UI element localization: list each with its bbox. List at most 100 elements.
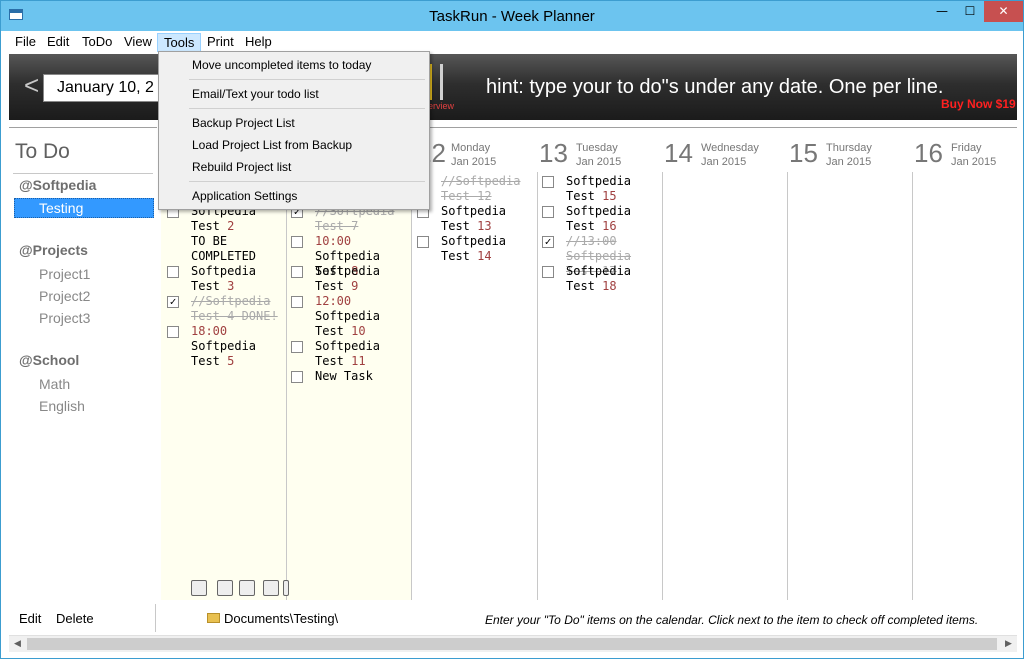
save-icon[interactable] [239,580,255,596]
task-item[interactable]: ✓ //Softpedia Test 4 DONE! [167,294,287,324]
day-name: Wednesday [701,142,759,154]
menu-tools[interactable]: Tools [157,33,202,52]
task-checkbox[interactable] [542,266,554,278]
folder-icon [207,613,220,623]
task-item[interactable]: Softpedia Test 11 [291,339,411,369]
previous-week-icon[interactable]: < [24,72,39,98]
menu-help[interactable]: Help [239,33,278,52]
menu-rebuild-project-list[interactable]: Rebuild Project list [192,160,291,174]
menu-move-uncompleted[interactable]: Move uncompleted items to today [192,58,371,72]
task-item[interactable]: //Softpedia Test 12 [417,174,537,204]
close-button[interactable]: ✕ [984,1,1023,22]
project-project2[interactable]: Project2 [39,288,90,304]
task-text: Softpedia Test [441,234,507,263]
project-english[interactable]: English [39,398,85,414]
task-number: 11 [351,354,366,368]
edit-task-icon[interactable] [217,580,233,596]
group-projects[interactable]: @Projects [19,242,88,258]
status-bar: Edit Delete Documents\Testing\ Enter you… [9,604,1017,632]
task-item[interactable]: 12:00 Softpedia Test 10 [291,294,411,339]
group-softpedia[interactable]: @Softpedia [19,177,96,193]
menu-backup-project-list[interactable]: Backup Project List [192,116,295,130]
menu-email-todo[interactable]: Email/Text your todo list [192,87,319,101]
more-icon[interactable] [283,580,289,596]
menu-file[interactable]: File [9,33,42,52]
task-item[interactable]: Softpedia Test 13 [417,204,537,234]
menu-print[interactable]: Print [201,33,240,52]
menu-load-backup[interactable]: Load Project List from Backup [192,138,352,152]
app-window: TaskRun - Week Planner — ☐ ✕ File Edit T… [0,0,1024,659]
banner-hint: hint: type your to do"s under any date. … [486,76,944,98]
project-sidebar: To Do @Softpedia Testing @Projects Proje… [9,127,157,602]
maximize-button[interactable]: ☐ [956,1,984,22]
task-item[interactable]: Softpedia Test 14 [417,234,537,264]
task-time: 10:00 [315,234,352,248]
menu-view[interactable]: View [118,33,158,52]
menu-todo[interactable]: ToDo [76,33,118,52]
task-checkbox[interactable] [167,326,179,338]
task-item[interactable]: Softpedia Test 18 [542,264,662,294]
menu-bar: File Edit ToDo View Tools Print Help [1,31,1023,52]
task-item[interactable]: TO BE COMPLETED [167,234,287,264]
task-item[interactable]: Softpedia Test 9 [291,264,411,294]
task-checkbox[interactable] [291,296,303,308]
task-item[interactable]: 18:00 Softpedia Test 5 [167,324,287,369]
day-month: Jan 2015 [951,156,997,168]
group-school[interactable]: @School [19,352,79,368]
task-checkbox[interactable] [542,176,554,188]
minimize-button[interactable]: — [928,1,956,22]
scroll-right-icon[interactable]: ▶ [1000,636,1017,653]
task-number: 10 [351,324,366,338]
status-hint: Enter your "To Do" items on the calendar… [485,613,979,627]
task-time: 12:00 [315,294,352,308]
task-item[interactable]: Softpedia Test 15 [542,174,662,204]
task-text: Softpedia Test [315,339,381,368]
task-checkbox[interactable] [417,236,429,248]
task-text: New Task [315,369,373,383]
task-item[interactable]: New Task [291,369,411,384]
task-checkbox[interactable] [291,266,303,278]
task-item[interactable]: Softpedia Test 3 [167,264,287,294]
task-text: Softpedia Test [566,264,632,293]
scroll-left-icon[interactable]: ◀ [9,636,26,653]
edit-project-button[interactable]: Edit [19,611,41,626]
task-checkbox[interactable] [291,341,303,353]
tools-icon[interactable] [191,580,207,596]
project-project1[interactable]: Project1 [39,266,90,282]
project-math[interactable]: Math [39,376,70,392]
project-testing[interactable]: Testing [14,198,154,218]
status-divider [155,604,156,632]
task-checkbox[interactable] [291,371,303,383]
scrollbar-thumb[interactable] [27,638,997,650]
task-item[interactable]: Softpedia Test 16 [542,204,662,234]
task-checkbox[interactable] [167,266,179,278]
menu-edit[interactable]: Edit [41,33,75,52]
overview-link[interactable]: erview [428,101,454,111]
day-number: 14 [664,138,693,168]
task-checkbox[interactable] [291,236,303,248]
day-name: Friday [951,142,982,154]
menu-separator [189,108,425,109]
window-title: TaskRun - Week Planner [429,8,595,25]
task-text: Softpedia Test [315,309,381,338]
buy-now-link[interactable]: Buy Now $19 [941,97,1016,111]
task-text: //Softpedia Test 4 DONE! [191,294,278,323]
menu-application-settings[interactable]: Application Settings [192,189,297,203]
task-text: Softpedia Test [566,174,632,203]
title-bar: TaskRun - Week Planner — ☐ ✕ [1,1,1023,31]
task-checkbox-checked[interactable]: ✓ [542,236,554,248]
horizontal-scrollbar[interactable]: ◀ ▶ [9,635,1017,652]
project-project3[interactable]: Project3 [39,310,90,326]
date-picker[interactable]: January 10, 2 [43,74,173,102]
day-month: Jan 2015 [576,156,622,168]
print-icon[interactable] [263,580,279,596]
task-text: Softpedia Test [441,204,507,233]
overview-logo-icon[interactable] [429,64,443,100]
task-number: 15 [602,189,617,203]
day-name: Monday [451,142,491,154]
day-month: Jan 2015 [701,156,747,168]
task-text: Softpedia Test [191,264,257,293]
delete-project-button[interactable]: Delete [56,611,94,626]
task-checkbox[interactable] [542,206,554,218]
task-checkbox-checked[interactable]: ✓ [167,296,179,308]
